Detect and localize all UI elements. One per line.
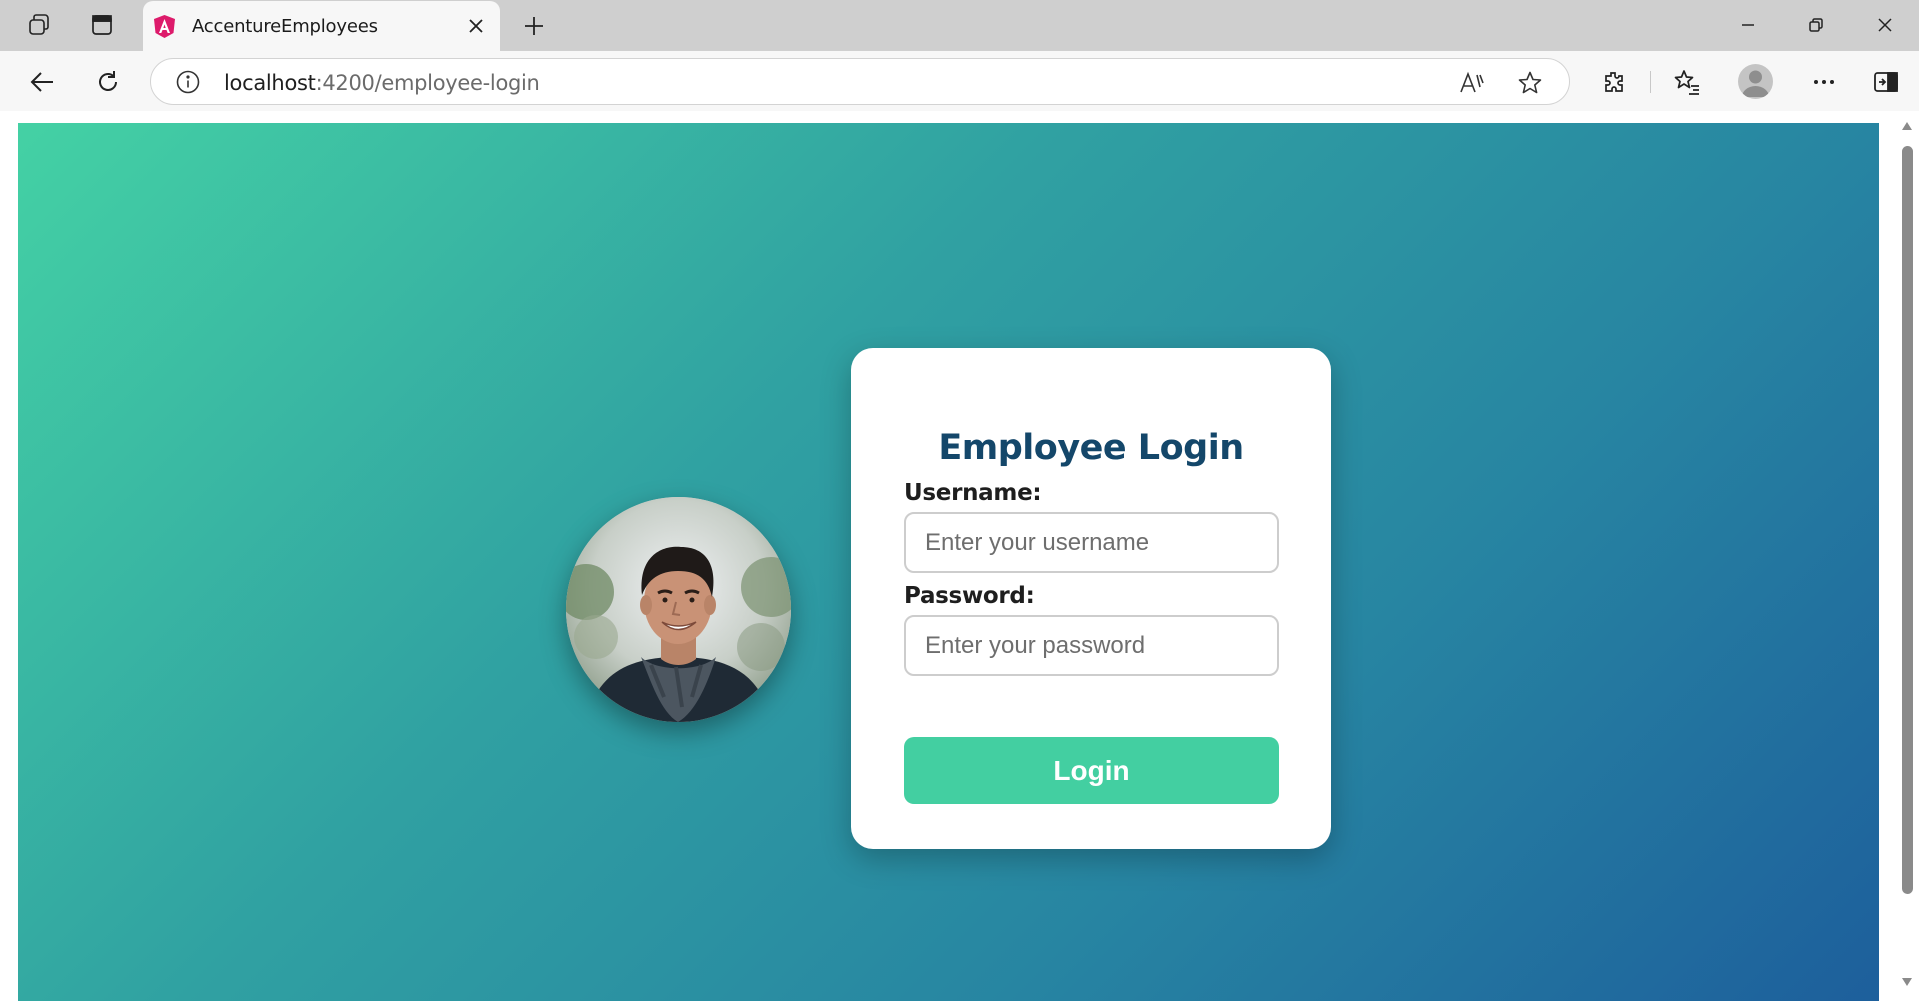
profile-icon[interactable] bbox=[1738, 64, 1773, 99]
minimize-icon[interactable] bbox=[1714, 0, 1782, 50]
url-text[interactable]: localhost:4200/employee-login bbox=[224, 71, 540, 95]
refresh-icon[interactable] bbox=[86, 60, 130, 104]
star-icon[interactable] bbox=[1515, 68, 1545, 98]
password-label: Password: bbox=[904, 583, 1035, 609]
employee-avatar-photo bbox=[566, 497, 791, 722]
username-label: Username: bbox=[904, 480, 1042, 506]
address-bar[interactable]: localhost:4200/employee-login bbox=[150, 58, 1570, 105]
url-path: :4200/employee-login bbox=[315, 71, 540, 95]
login-card: Employee Login Username: Password: Login bbox=[851, 348, 1331, 849]
favorites-icon[interactable] bbox=[1665, 60, 1709, 104]
scrollbar-thumb[interactable] bbox=[1902, 146, 1913, 894]
login-page: Employee Login Username: Password: Login bbox=[18, 123, 1879, 1001]
plus-icon[interactable] bbox=[514, 8, 554, 44]
login-title: Employee Login bbox=[938, 428, 1244, 468]
page-viewport: Employee Login Username: Password: Login bbox=[7, 111, 1919, 1001]
browser-window: AccentureEmployees localhost:4200/employ… bbox=[0, 0, 1919, 1001]
username-input[interactable] bbox=[904, 512, 1279, 573]
login-button[interactable]: Login bbox=[904, 737, 1279, 804]
restore-icon[interactable] bbox=[1782, 0, 1850, 50]
window-close-icon[interactable] bbox=[1851, 0, 1919, 50]
tab-title: AccentureEmployees bbox=[192, 16, 378, 37]
angular-logo-icon bbox=[154, 15, 175, 38]
extensions-icon[interactable] bbox=[1592, 60, 1636, 104]
workspaces-icon[interactable] bbox=[17, 6, 61, 44]
read-aloud-icon[interactable] bbox=[1457, 68, 1487, 98]
tab-actions-icon[interactable] bbox=[80, 6, 124, 44]
browser-toolbar: localhost:4200/employee-login bbox=[0, 51, 1919, 111]
info-icon[interactable] bbox=[175, 69, 201, 95]
back-arrow-icon[interactable] bbox=[20, 60, 64, 104]
tab-strip: AccentureEmployees bbox=[0, 0, 1919, 51]
scroll-up-icon[interactable] bbox=[1901, 121, 1913, 131]
close-icon[interactable] bbox=[463, 13, 489, 39]
url-host: localhost bbox=[224, 71, 316, 95]
active-tab[interactable]: AccentureEmployees bbox=[143, 1, 500, 51]
more-icon[interactable] bbox=[1802, 60, 1846, 104]
sidebar-icon[interactable] bbox=[1864, 60, 1908, 104]
toolbar-divider bbox=[1650, 71, 1651, 93]
vertical-scrollbar[interactable] bbox=[1895, 111, 1919, 1001]
scroll-down-icon[interactable] bbox=[1901, 977, 1913, 987]
password-input[interactable] bbox=[904, 615, 1279, 676]
